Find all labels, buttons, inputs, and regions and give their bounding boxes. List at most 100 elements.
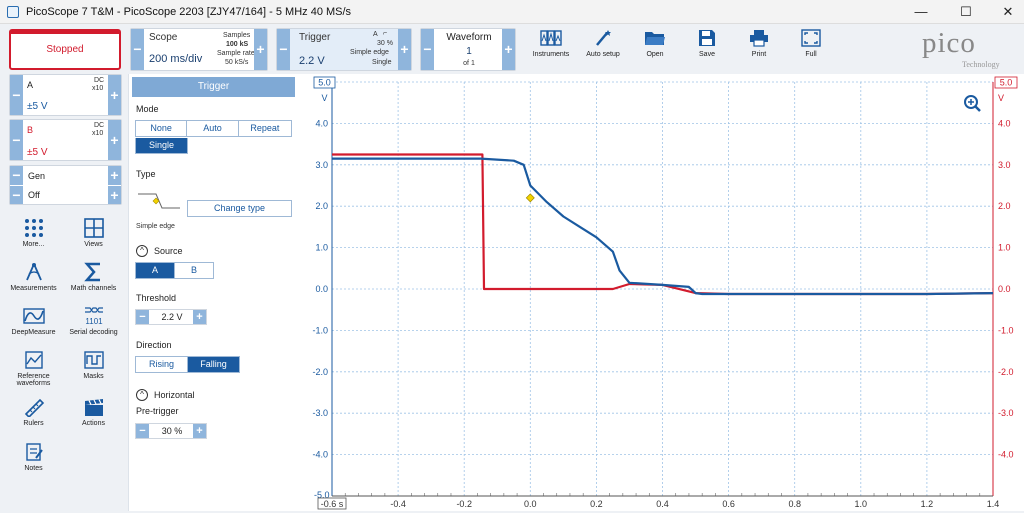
trigger-label: Trigger (299, 32, 331, 43)
mode-single[interactable]: Single (136, 138, 187, 153)
timebase-increase-button[interactable]: + (254, 29, 267, 70)
pretrigger-increase[interactable]: + (193, 424, 206, 438)
zoom-icon-handle (974, 105, 981, 112)
pretrigger-decrease[interactable]: − (136, 424, 149, 438)
y-tick-label-left: -3.0 (312, 408, 328, 418)
falling-edge-icon: ⌐ (383, 30, 388, 37)
views-tool[interactable]: Views (66, 218, 121, 248)
gen-decrease[interactable]: − (10, 166, 23, 185)
timebase-value[interactable]: 200 ms/div (149, 53, 202, 65)
masks-label: Masks (83, 373, 104, 380)
math-channels-label: Math channels (70, 285, 117, 292)
math-channels-tool[interactable]: Math channels (66, 262, 121, 292)
trigger-decrease-button[interactable]: − (277, 29, 290, 70)
caliper-icon (25, 263, 42, 281)
trigger-increase-button[interactable]: + (398, 29, 411, 70)
signal-generator-control: − Gen + − Off + (9, 165, 122, 205)
instruments-button[interactable]: Instruments (528, 29, 574, 58)
waveform-previous-button[interactable]: − (421, 29, 434, 70)
zoom-icon[interactable] (964, 95, 981, 112)
gen-state-increase[interactable]: + (108, 186, 121, 204)
threshold-decrease[interactable]: − (136, 310, 149, 324)
run-stop-button[interactable]: Stopped (9, 29, 121, 70)
threshold-stepper: − 2.2 V + (135, 309, 207, 325)
deepmeasure-tool[interactable]: DeepMeasure (6, 306, 61, 336)
actions-tool[interactable]: Actions (66, 397, 121, 427)
clapperboard-icon (84, 399, 103, 416)
y-tick-label-right: -1.0 (998, 325, 1014, 335)
rulers-label: Rulers (23, 420, 44, 427)
threshold-label: Threshold (136, 293, 177, 303)
threshold-value[interactable]: 2.2 V (150, 312, 194, 322)
waveform-current[interactable]: 1 (441, 46, 497, 57)
waveform-next-button[interactable]: + (502, 29, 515, 70)
y-tick-label-right: 3.0 (998, 160, 1011, 170)
scope-view[interactable]: 5.0 V 5.0 V 4.0 4.0 3.0 3.0 2.0 2.0 1.0 1.0 0.0 0.0 -1… (298, 74, 1024, 511)
right-axis-unit: V (998, 93, 1004, 103)
notes-label: Notes (24, 465, 43, 472)
save-button[interactable]: Save (688, 29, 726, 58)
waveform-control: − Waveform 1 of 1 + (420, 28, 516, 71)
deepmeasure-label: DeepMeasure (11, 329, 56, 336)
channel-a-range-increase[interactable]: + (108, 75, 121, 115)
trigger-panel-header: Trigger (132, 77, 295, 97)
y-tick-label-right: 4.0 (998, 118, 1011, 128)
gen-state-decrease[interactable]: − (10, 186, 23, 204)
pretrigger-value[interactable]: 30 % (150, 426, 194, 436)
masks-tool[interactable]: Masks (66, 350, 121, 380)
print-button[interactable]: Print (740, 29, 778, 58)
more-tool[interactable]: More... (6, 218, 61, 248)
change-type-button[interactable]: Change type (187, 200, 292, 217)
timebase-decrease-button[interactable]: − (131, 29, 144, 70)
y-tick-label-left: 2.0 (315, 201, 328, 211)
scope-control: − Scope 200 ms/div Samples 100 kS Sample… (130, 28, 268, 71)
trigger-level-value[interactable]: 2.2 V (299, 55, 325, 67)
pretrigger-label: Pre-trigger (136, 406, 179, 416)
full-screen-button[interactable]: Full (792, 29, 830, 58)
measurements-tool[interactable]: Measurements (6, 262, 61, 292)
direction-rising[interactable]: Rising (136, 357, 188, 372)
mode-repeat[interactable]: Repeat (239, 121, 291, 136)
close-button[interactable]: ✕ (993, 3, 1023, 21)
samples-label: Samples (223, 32, 251, 39)
source-collapse-icon[interactable]: ^ (136, 245, 148, 257)
source-a[interactable]: A (136, 263, 175, 278)
open-button[interactable]: Open (636, 29, 674, 58)
channel-b-range[interactable]: ±5 V (27, 147, 48, 158)
mode-none[interactable]: None (136, 121, 188, 136)
channel-a-range-decrease[interactable]: − (10, 75, 23, 115)
channel-a-range[interactable]: ±5 V (27, 101, 48, 112)
serial-decoding-icon: 1101 (84, 307, 103, 326)
channel-b-range-increase[interactable]: + (108, 120, 121, 160)
channel-a-probe: x10 (92, 85, 104, 92)
auto-setup-button[interactable]: Auto setup (580, 29, 626, 58)
threshold-increase[interactable]: + (193, 310, 206, 324)
serial-decoding-tool[interactable]: 1101 Serial decoding (66, 306, 121, 336)
direction-falling[interactable]: Falling (188, 357, 239, 372)
title-bar: PicoScope 7 T&M - PicoScope 2203 [ZJY47/… (0, 0, 1024, 24)
sample-rate-label: Sample rate (217, 50, 255, 57)
maximize-button[interactable]: ☐ (951, 3, 981, 21)
waveform-chart[interactable]: 5.0 V 5.0 V 4.0 4.0 3.0 3.0 2.0 2.0 1.0 1.0 0.0 0.0 -1… (298, 74, 1024, 511)
print-label: Print (751, 51, 767, 58)
scope-label: Scope (149, 32, 178, 43)
notes-tool[interactable]: Notes (6, 442, 61, 472)
ruler-icon (24, 398, 44, 417)
source-b[interactable]: B (175, 263, 213, 278)
type-name: Simple edge (136, 223, 175, 230)
x-tick-label: 1.4 (987, 499, 1000, 509)
svg-text:1101: 1101 (85, 317, 103, 326)
instruments-label: Instruments (532, 51, 570, 58)
x-tick-label: 0.2 (590, 499, 603, 509)
gen-state[interactable]: Off (28, 190, 40, 200)
channel-b-range-decrease[interactable]: − (10, 120, 23, 160)
mode-auto[interactable]: Auto (187, 121, 239, 136)
minimize-button[interactable]: — (906, 3, 936, 21)
reference-waveforms-tool[interactable]: Reference waveforms (6, 350, 61, 387)
trigger-marker (525, 193, 535, 203)
rulers-tool[interactable]: Rulers (6, 397, 61, 427)
x-tick-label: -0.6 s (321, 499, 344, 509)
gen-increase[interactable]: + (108, 166, 121, 185)
horizontal-collapse-icon[interactable]: ^ (136, 389, 148, 401)
printer-icon (750, 30, 768, 47)
